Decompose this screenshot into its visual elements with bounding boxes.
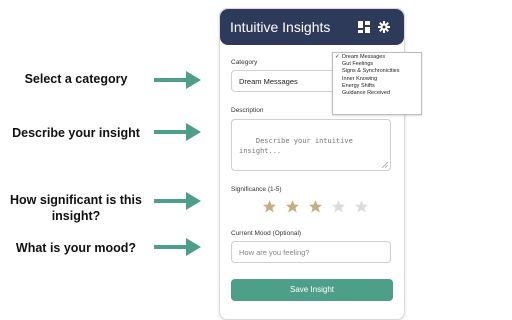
save-insight-button[interactable]: Save Insight [231, 279, 393, 301]
star-filled-icon[interactable] [285, 199, 300, 214]
arrow-right-icon [154, 192, 201, 210]
arrow-right-icon [154, 71, 201, 89]
dropdown-option[interactable]: Inner Knowing [333, 76, 421, 83]
description-placeholder: Describe your intuitive insight... [239, 137, 353, 155]
significance-label: Significance (1-5) [231, 186, 282, 193]
gear-icon[interactable] [378, 21, 390, 33]
description-label: Description [231, 107, 264, 114]
dropdown-option-label: Inner Knowing [342, 75, 378, 82]
dropdown-option-label: Guidance Received [342, 89, 391, 96]
dropdown-option-label: Gut Feelings [342, 61, 374, 68]
dropdown-option-label: Signs & Synchronicities [342, 68, 400, 75]
app-title: Intuitive Insights [230, 19, 331, 35]
panel-header: Intuitive Insights [220, 9, 404, 45]
dropdown-option-label: Dream Messages [342, 54, 386, 60]
dropdown-option[interactable]: Gut Feelings [333, 61, 421, 68]
dropdown-option[interactable]: ✓ Dream Messages [333, 54, 421, 61]
dropdown-option[interactable]: Signs & Synchronicities [333, 68, 421, 75]
dashboard-icon[interactable] [358, 21, 370, 33]
callout-select-category: Select a category [24, 72, 128, 86]
category-select-value: Dream Messages [239, 77, 298, 86]
mood-label: Current Mood (Optional) [231, 230, 302, 237]
resize-handle-icon[interactable] [382, 162, 388, 168]
category-label: Category [231, 59, 258, 66]
mood-input[interactable]: How are you feeling? [231, 241, 391, 263]
dropdown-option[interactable]: Energy Shifts [333, 83, 421, 90]
star-empty-icon[interactable] [354, 199, 369, 214]
category-dropdown-menu: ✓ Dream Messages Gut Feelings Signs & Synch… [332, 52, 422, 115]
arrow-right-icon [154, 123, 201, 141]
star-empty-icon[interactable] [331, 199, 346, 214]
arrow-right-icon [154, 238, 201, 256]
star-filled-icon[interactable] [262, 199, 277, 214]
callout-mood: What is your mood? [15, 241, 137, 255]
star-filled-icon[interactable] [308, 199, 323, 214]
callout-describe-insight: Describe your insight [12, 126, 140, 140]
checkmark-icon: ✓ [335, 54, 340, 60]
mood-placeholder: How are you feeling? [239, 248, 310, 257]
dropdown-option-label: Energy Shifts [342, 82, 375, 89]
dropdown-option[interactable]: Guidance Received [333, 90, 421, 97]
description-textarea[interactable]: Describe your intuitive insight... [231, 119, 391, 171]
callout-significance: How significant is this insight? [10, 193, 142, 223]
